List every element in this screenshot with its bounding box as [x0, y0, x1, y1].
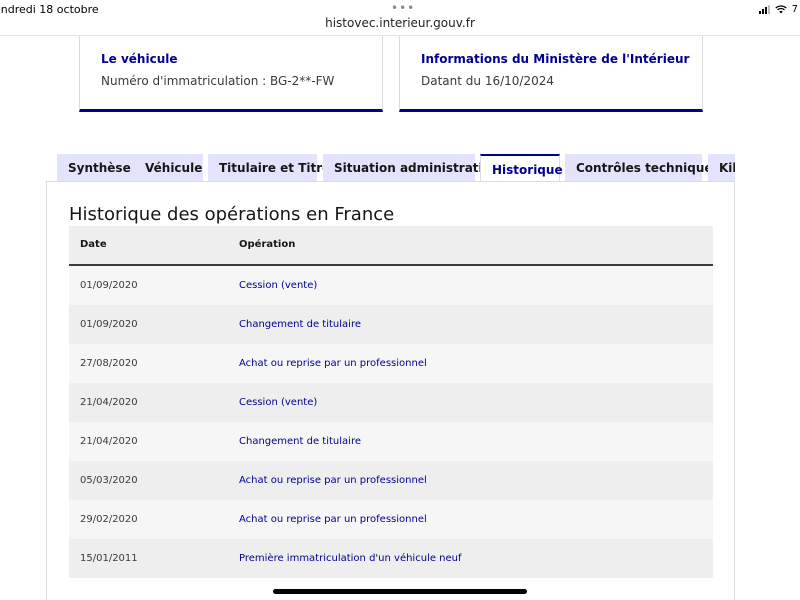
battery-level: 7 [791, 4, 798, 15]
data-date: Datant du 16/10/2024 [421, 74, 554, 88]
row-operation: Cession (vente) [239, 280, 318, 291]
row-date: 01/09/2020 [80, 319, 138, 330]
tab-synthese[interactable]: Synthèse [57, 154, 137, 182]
more-dots-icon[interactable]: ••• [391, 1, 415, 15]
row-date: 01/09/2020 [80, 280, 138, 291]
tab-titulaire[interactable]: Titulaire et Titre [208, 154, 330, 182]
tab-situation-administrative[interactable]: Situation administrative [323, 154, 499, 182]
wifi-icon [774, 5, 787, 14]
vehicle-card-title: Le véhicule [101, 52, 178, 66]
signal-icon [758, 5, 770, 14]
table-row: 27/08/2020 Achat ou reprise par un profe… [69, 344, 713, 383]
row-date: 27/08/2020 [80, 358, 138, 369]
ministry-card-title: Informations du Ministère de l'Intérieur [421, 52, 690, 66]
registration-number: Numéro d'immatriculation : BG-2**-FW [101, 74, 335, 88]
tab-vehicule[interactable]: Véhicule [134, 154, 203, 182]
address-bar-url[interactable]: histovec.interieur.gouv.fr [0, 16, 800, 30]
row-date: 15/01/2011 [80, 553, 138, 564]
home-indicator[interactable] [273, 589, 527, 594]
table-row: 01/09/2020 Cession (vente) [69, 266, 713, 305]
row-date: 29/02/2020 [80, 514, 138, 525]
tab-historique[interactable]: Historique [480, 154, 563, 182]
table-row: 29/02/2020 Achat ou reprise par un profe… [69, 500, 713, 539]
row-operation: Première immatriculation d'un véhicule n… [239, 553, 462, 564]
row-date: 05/03/2020 [80, 475, 138, 486]
row-operation: Achat ou reprise par un professionnel [239, 475, 427, 486]
table-header: Date Opération [69, 226, 713, 266]
table-row: 21/04/2020 Cession (vente) [69, 383, 713, 422]
ministry-info-card: Informations du Ministère de l'Intérieur… [399, 36, 703, 112]
row-operation: Changement de titulaire [239, 436, 361, 447]
table-row: 01/09/2020 Changement de titulaire [69, 305, 713, 344]
row-date: 21/04/2020 [80, 436, 138, 447]
column-header-date: Date [80, 239, 107, 250]
row-date: 21/04/2020 [80, 397, 138, 408]
status-icons: 7 [758, 4, 798, 15]
table-row: 05/03/2020 Achat ou reprise par un profe… [69, 461, 713, 500]
tab-bar: Synthèse Véhicule Titulaire et Titre Sit… [57, 154, 735, 182]
column-header-operation: Opération [239, 239, 296, 250]
status-bar: endredi 18 octobre ••• histovec.interieu… [0, 0, 800, 36]
table-row: 21/04/2020 Changement de titulaire [69, 422, 713, 461]
row-operation: Achat ou reprise par un professionnel [239, 358, 427, 369]
history-table: Date Opération 01/09/2020 Cession (vente… [69, 226, 713, 578]
tab-kilometrage[interactable]: Kilométrage [708, 154, 735, 182]
section-title: Historique des opérations en France [69, 204, 395, 225]
tab-controles-techniques[interactable]: Contrôles techniques [565, 154, 720, 182]
row-operation: Achat ou reprise par un professionnel [239, 514, 427, 525]
status-date: endredi 18 octobre [0, 3, 99, 16]
table-row: 15/01/2011 Première immatriculation d'un… [69, 539, 713, 578]
row-operation: Changement de titulaire [239, 319, 361, 330]
vehicle-card: Le véhicule Numéro d'immatriculation : B… [79, 36, 383, 112]
row-operation: Cession (vente) [239, 397, 318, 408]
